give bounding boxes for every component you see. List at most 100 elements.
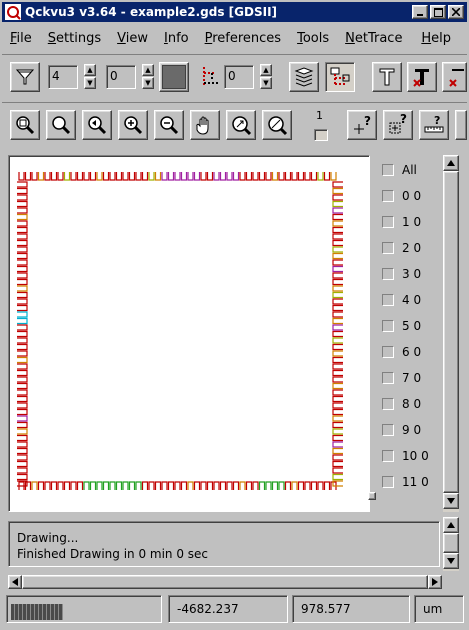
layer-row[interactable]: 0 0 [382, 187, 421, 205]
scroll-down-icon[interactable] [443, 493, 459, 509]
layer-checkbox[interactable] [382, 242, 394, 254]
layer-checkbox[interactable] [382, 476, 394, 488]
menu-tools[interactable]: Tools [289, 31, 337, 46]
bond-pad [167, 481, 175, 490]
level-field[interactable]: 0 [106, 65, 136, 89]
layer-checkbox[interactable] [382, 268, 394, 280]
layer-checkbox[interactable] [382, 216, 394, 228]
minimize-button[interactable] [412, 5, 428, 19]
layer-row[interactable]: 7 0 [382, 369, 421, 387]
bond-pad [332, 278, 343, 286]
layer-row[interactable]: 6 0 [382, 343, 421, 361]
maximize-button[interactable] [430, 5, 446, 19]
bond-pad [252, 481, 259, 490]
bond-pad [17, 213, 28, 221]
bond-pad [17, 298, 28, 305]
layer-scrollbar[interactable] [443, 155, 459, 512]
layer-row[interactable]: All [382, 161, 417, 179]
menu-view[interactable]: View [109, 31, 156, 46]
bond-pad [17, 304, 28, 312]
layer-row[interactable]: 3 0 [382, 265, 421, 283]
level-slider[interactable]: 1 [300, 109, 340, 143]
layer-checkbox[interactable] [382, 346, 394, 358]
depth-field[interactable]: 4 [48, 65, 78, 89]
text-off-button[interactable] [407, 62, 437, 92]
zoom-in-button[interactable] [118, 110, 148, 140]
status-scroll-thumb[interactable] [443, 533, 459, 553]
scroll-left-icon[interactable] [8, 575, 22, 589]
bond-pad [180, 481, 188, 490]
layer-row[interactable]: 2 0 [382, 239, 421, 257]
hierarchy-field[interactable]: 0 [224, 65, 254, 89]
layer-row[interactable]: 11 0 [382, 473, 429, 491]
zoom-button[interactable] [46, 110, 76, 140]
layer-checkbox[interactable] [382, 320, 394, 332]
layer-checkbox[interactable] [382, 424, 394, 436]
layer-row[interactable]: 10 0 [382, 447, 429, 465]
bond-pad [115, 172, 123, 181]
menu-help[interactable]: Help [413, 31, 459, 46]
cell-hierarchy-button[interactable] [325, 62, 355, 92]
layer-checkbox[interactable] [382, 398, 394, 410]
zoom-cell-button[interactable] [262, 110, 292, 140]
level-spinner[interactable]: ▲ ▼ [142, 64, 154, 90]
status-scrollbar[interactable] [443, 517, 459, 571]
menu-info[interactable]: Info [156, 31, 197, 46]
layer-row[interactable]: 9 0 [382, 421, 421, 439]
status-scroll-down-icon[interactable] [443, 553, 459, 569]
hierarchy-spinner[interactable]: ▲ ▼ [260, 64, 272, 90]
layer-row[interactable]: 8 0 [382, 395, 421, 413]
layer-checkbox[interactable] [382, 164, 394, 176]
layers-button[interactable] [289, 62, 319, 92]
query-point-button[interactable]: ? [347, 110, 377, 140]
layer-scroll-thumb[interactable] [443, 171, 459, 493]
layer-checkbox[interactable] [382, 450, 394, 462]
pan-button[interactable] [190, 110, 220, 140]
zoom-fit-button[interactable] [10, 110, 40, 140]
status-scroll-up-icon[interactable] [443, 517, 459, 533]
horizontal-scroll-thumb[interactable] [22, 575, 428, 589]
layer-row[interactable]: 4 0 [382, 291, 421, 309]
horizontal-scrollbar[interactable] [8, 575, 442, 589]
hierarchy-up-arrow-icon[interactable]: ▲ [260, 64, 272, 76]
zoom-window-button[interactable] [226, 110, 256, 140]
clear-button[interactable] [442, 62, 467, 92]
depth-down-arrow-icon[interactable]: ▼ [84, 77, 96, 89]
bond-pad [17, 395, 28, 403]
depth-spinner[interactable]: ▲ ▼ [84, 64, 96, 90]
zoom-previous-button[interactable] [82, 110, 112, 140]
hierarchy-down-arrow-icon[interactable]: ▼ [260, 77, 272, 89]
layer-checkbox[interactable] [382, 190, 394, 202]
resize-grip[interactable] [368, 492, 376, 500]
bond-pad [332, 434, 343, 442]
bond-pad [17, 252, 28, 260]
layer-row[interactable]: 5 0 [382, 317, 421, 335]
bond-pad [17, 389, 28, 396]
text-tool-button[interactable] [372, 62, 402, 92]
level-up-arrow-icon[interactable]: ▲ [142, 64, 154, 76]
layer-row[interactable]: 1 0 [382, 213, 421, 231]
query-area-button[interactable]: ? [383, 110, 413, 140]
layer-checkbox[interactable] [382, 294, 394, 306]
bond-pad [206, 172, 214, 181]
level-down-arrow-icon[interactable]: ▼ [142, 77, 154, 89]
level-slider-track[interactable] [314, 129, 328, 141]
overflow-button[interactable] [455, 110, 467, 140]
close-button[interactable] [448, 5, 464, 19]
filter-button[interactable] [10, 62, 40, 92]
depth-up-arrow-icon[interactable]: ▲ [84, 64, 96, 76]
bond-pad [17, 272, 28, 279]
zoom-out-button[interactable] [154, 110, 184, 140]
layer-checkbox[interactable] [382, 372, 394, 384]
scroll-right-icon[interactable] [428, 575, 442, 589]
menu-nettrace[interactable]: NetTrace [337, 31, 410, 46]
layout-canvas[interactable] [8, 155, 370, 512]
fill-color-button[interactable] [159, 62, 189, 92]
bond-pad [17, 239, 28, 247]
menu-preferences[interactable]: Preferences [197, 31, 289, 46]
measure-button[interactable]: ? [419, 110, 449, 140]
menu-settings[interactable]: Settings [40, 31, 109, 46]
bond-pad [17, 434, 28, 442]
scroll-up-icon[interactable] [443, 155, 459, 171]
menu-file[interactable]: File [2, 31, 40, 46]
